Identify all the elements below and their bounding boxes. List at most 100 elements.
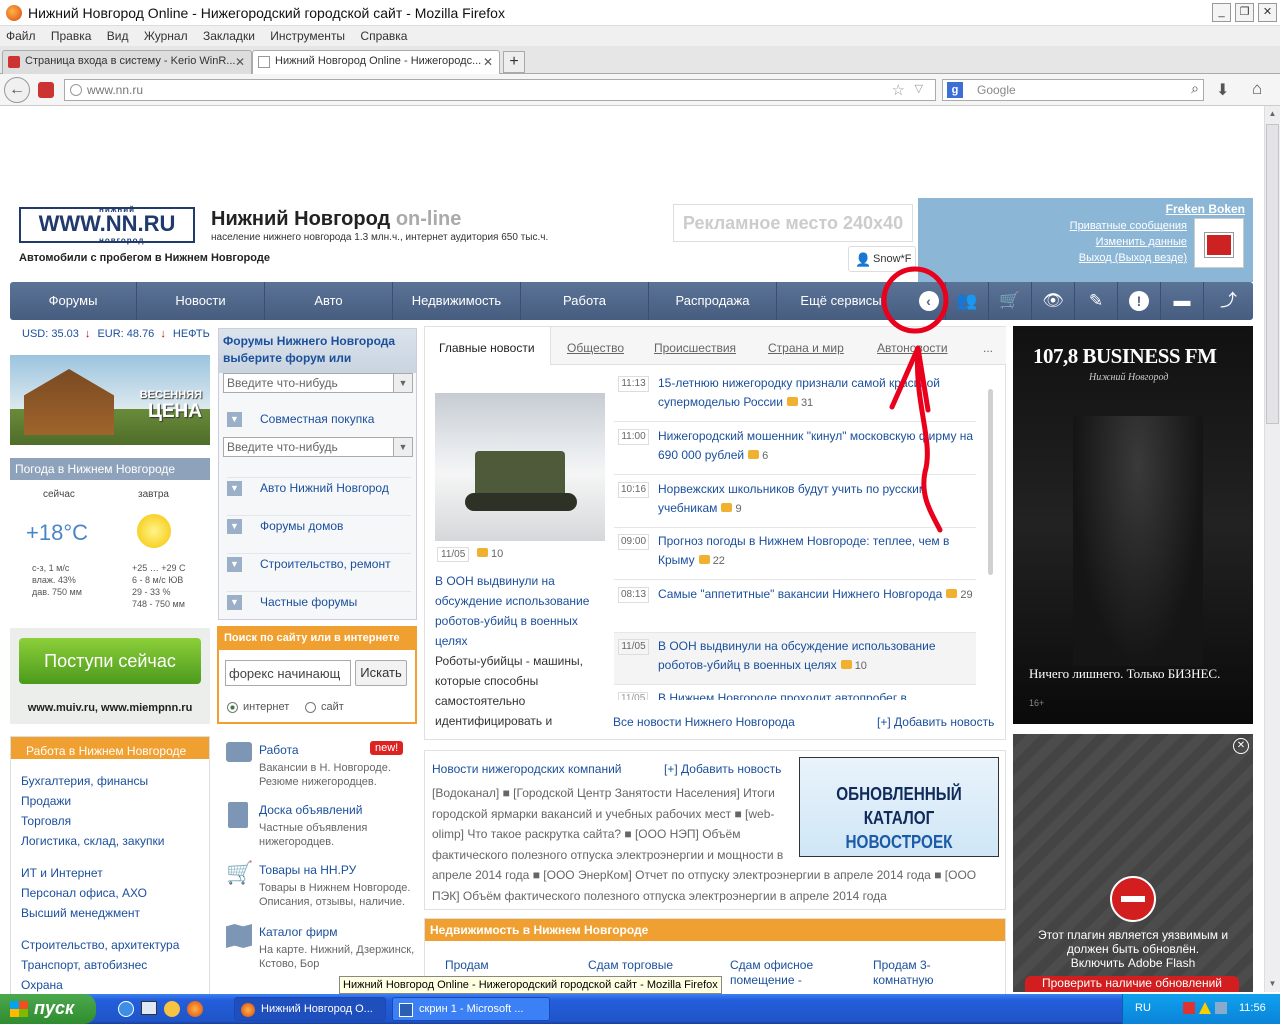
- forum-select-input[interactable]: Введите что-нибудь: [223, 373, 413, 393]
- search-icon[interactable]: ⌕: [1191, 80, 1199, 97]
- tab-incidents[interactable]: Происшествия: [654, 341, 736, 355]
- chevron-down-icon[interactable]: ▼: [227, 595, 242, 610]
- menu-file[interactable]: Файл: [6, 29, 36, 43]
- search-button[interactable]: Искать: [355, 660, 407, 686]
- eur-rate[interactable]: EUR: 48.76: [97, 328, 154, 340]
- forum-item-link[interactable]: Авто Нижний Новгород: [260, 481, 389, 495]
- forum-item[interactable]: ▼ Форумы домов: [227, 515, 411, 537]
- enable-flash-link[interactable]: Включить Adobe Flash: [1071, 956, 1196, 970]
- forum-item-link[interactable]: Совместная покупка: [260, 412, 374, 426]
- realty-title[interactable]: Недвижимость в Нижнем Новгороде: [425, 919, 1005, 941]
- jobs-link[interactable]: Охрана: [21, 975, 209, 995]
- news-link[interactable]: В Нижнем Новгороде проходит автопробег в: [658, 691, 907, 700]
- back-button[interactable]: ←: [4, 77, 30, 103]
- service-title[interactable]: Работа: [259, 743, 299, 757]
- realty-item[interactable]: Продам: [445, 958, 489, 972]
- jobs-link[interactable]: Продажи: [21, 791, 209, 811]
- alert-icon[interactable]: !: [1117, 282, 1160, 320]
- nav-news[interactable]: Новости: [137, 282, 265, 320]
- firefox-quicklaunch-icon[interactable]: [187, 1001, 203, 1017]
- ie-quicklaunch-icon[interactable]: [118, 1001, 134, 1017]
- news-comments[interactable]: 22: [695, 555, 725, 567]
- tab-main-news[interactable]: Главные новости: [425, 327, 551, 365]
- scroll-top-icon[interactable]: ⤴: [1203, 282, 1253, 320]
- jobs-link[interactable]: Персонал офиса, АХО: [21, 883, 209, 903]
- jobs-title-link[interactable]: Работа в Нижнем Новгороде: [26, 741, 204, 761]
- news-scrollbar[interactable]: [985, 377, 995, 695]
- news-comments[interactable]: 10: [837, 660, 867, 672]
- menu-history[interactable]: Журнал: [144, 29, 188, 43]
- all-news-link[interactable]: Все новости Нижнего Новгорода: [613, 715, 795, 729]
- forums-title[interactable]: Форумы Нижнего Новгорода: [223, 334, 412, 348]
- pencil-icon[interactable]: ✎: [1074, 282, 1117, 320]
- close-tab-icon[interactable]: ✕: [235, 55, 245, 69]
- download-icon[interactable]: ⬇: [1216, 80, 1229, 100]
- forum-item[interactable]: ▼ Частные форумы: [227, 591, 411, 613]
- tray-kerio-icon[interactable]: [1183, 1002, 1195, 1014]
- realty-item[interactable]: Продам 3-комнатную: [873, 958, 963, 988]
- promo-link[interactable]: Автомобили с пробегом в Нижнем Новгороде: [19, 252, 270, 264]
- news-comments[interactable]: 6: [744, 450, 768, 462]
- radio-site[interactable]: [305, 702, 316, 713]
- star-icon[interactable]: ☆: [892, 81, 905, 99]
- company-news-title[interactable]: Новости нижегородских компаний: [432, 762, 622, 776]
- ad-placeholder[interactable]: Рекламное место 240x40: [673, 204, 913, 242]
- forum-item[interactable]: ▼ Совместная покупка: [227, 409, 411, 431]
- tab-kerio[interactable]: Страница входа в систему - Kerio WinR...…: [2, 50, 252, 74]
- news-comments[interactable]: 31: [783, 397, 813, 409]
- nav-forums[interactable]: Форумы: [10, 282, 137, 320]
- page-scrollbar[interactable]: ▲ ▼: [1264, 106, 1280, 992]
- maximize-button[interactable]: ❐: [1235, 3, 1254, 22]
- messages-icon[interactable]: ▬: [1160, 282, 1203, 320]
- jobs-title[interactable]: Работа в Нижнем Новгороде: [11, 737, 209, 759]
- news-comments[interactable]: 9: [717, 503, 741, 515]
- news-link[interactable]: В ООН выдвинули на обсуждение использова…: [658, 637, 974, 676]
- start-button[interactable]: пуск: [0, 994, 96, 1024]
- nav-sale[interactable]: Распродажа: [649, 282, 777, 320]
- featured-news-image[interactable]: [435, 393, 605, 541]
- chevron-down-icon[interactable]: ▼: [227, 412, 242, 427]
- forum-item-link[interactable]: Форумы домов: [260, 519, 343, 533]
- logout-link[interactable]: Выход (Выход везде): [1079, 252, 1187, 264]
- news-item[interactable]: 11/05 В Нижнем Новгороде проходит автопро…: [614, 686, 976, 700]
- news-item[interactable]: 08:13 Самые "аппетитные" вакансии Нижнего…: [614, 581, 976, 633]
- private-messages-link[interactable]: Приватные сообщения: [1070, 220, 1187, 232]
- realty-item[interactable]: Сдам офисное помещение -: [730, 958, 850, 988]
- forum-item-link[interactable]: Частные форумы: [260, 595, 357, 609]
- site-logo[interactable]: нижний WWW.NN.RU новгород: [19, 205, 195, 245]
- site-search-input[interactable]: форекс начинающ: [225, 660, 351, 686]
- weather-title[interactable]: Погода в Нижнем Новгороде: [10, 458, 210, 480]
- menu-edit[interactable]: Правка: [51, 29, 92, 43]
- scroll-up-arrow-icon[interactable]: ▲: [1265, 106, 1280, 122]
- realty-title-link[interactable]: Недвижимость в Нижнем Новгороде: [430, 923, 648, 937]
- warning-icon[interactable]: [1199, 1002, 1211, 1014]
- radio-internet[interactable]: [227, 702, 238, 713]
- tab-nn[interactable]: Нижний Новгород Online - Нижегородс... ✕: [252, 50, 500, 74]
- nav-realty[interactable]: Недвижимость: [393, 282, 521, 320]
- network-icon[interactable]: [1215, 1002, 1227, 1014]
- menu-bookmarks[interactable]: Закладки: [203, 29, 255, 43]
- username-link[interactable]: Freken Boken: [1166, 202, 1245, 216]
- check-updates-button[interactable]: Проверить наличие обновлений: [1025, 976, 1239, 992]
- tab-more[interactable]: ...: [983, 341, 993, 355]
- jobs-link[interactable]: Бухгалтерия, финансы: [21, 771, 209, 791]
- service-title[interactable]: Каталог фирм: [259, 925, 337, 939]
- desktop-quicklaunch-icon[interactable]: [141, 1001, 157, 1015]
- dropdown-arrow-icon[interactable]: ▽: [915, 82, 923, 95]
- messenger-quicklaunch-icon[interactable]: [164, 1001, 180, 1017]
- promo-banner[interactable]: ВЕСЕННЯЯ ЦЕНА: [10, 355, 210, 445]
- company-add-news-link[interactable]: [+] Добавить новость: [664, 762, 781, 776]
- featured-news-title[interactable]: В ООН выдвинули на обсуждение использова…: [435, 571, 605, 651]
- service-item[interactable]: Каталог фирм На карте. Нижний, Дзержинск…: [222, 920, 417, 976]
- nav-jobs[interactable]: Работа: [521, 282, 649, 320]
- radio-ad-banner[interactable]: 107,8 BUSINESS FM Нижний Новгород Ничего…: [1013, 326, 1253, 724]
- admission-banner[interactable]: Поступи сейчас www.muiv.ru, www.miempnn.…: [10, 628, 210, 724]
- forum-item-link[interactable]: Строительство, ремонт: [260, 557, 391, 571]
- forum-select-input-2[interactable]: Введите что-нибудь: [223, 437, 413, 457]
- oil-rate[interactable]: НЕФТЬ: [173, 328, 210, 340]
- forum-item[interactable]: ▼ Строительство, ремонт: [227, 553, 411, 575]
- jobs-link[interactable]: ИТ и Интернет: [21, 863, 209, 883]
- edit-profile-link[interactable]: Изменить данные: [1096, 236, 1187, 248]
- jobs-link[interactable]: Строительство, архитектура: [21, 935, 209, 955]
- chevron-down-icon[interactable]: ▼: [227, 481, 242, 496]
